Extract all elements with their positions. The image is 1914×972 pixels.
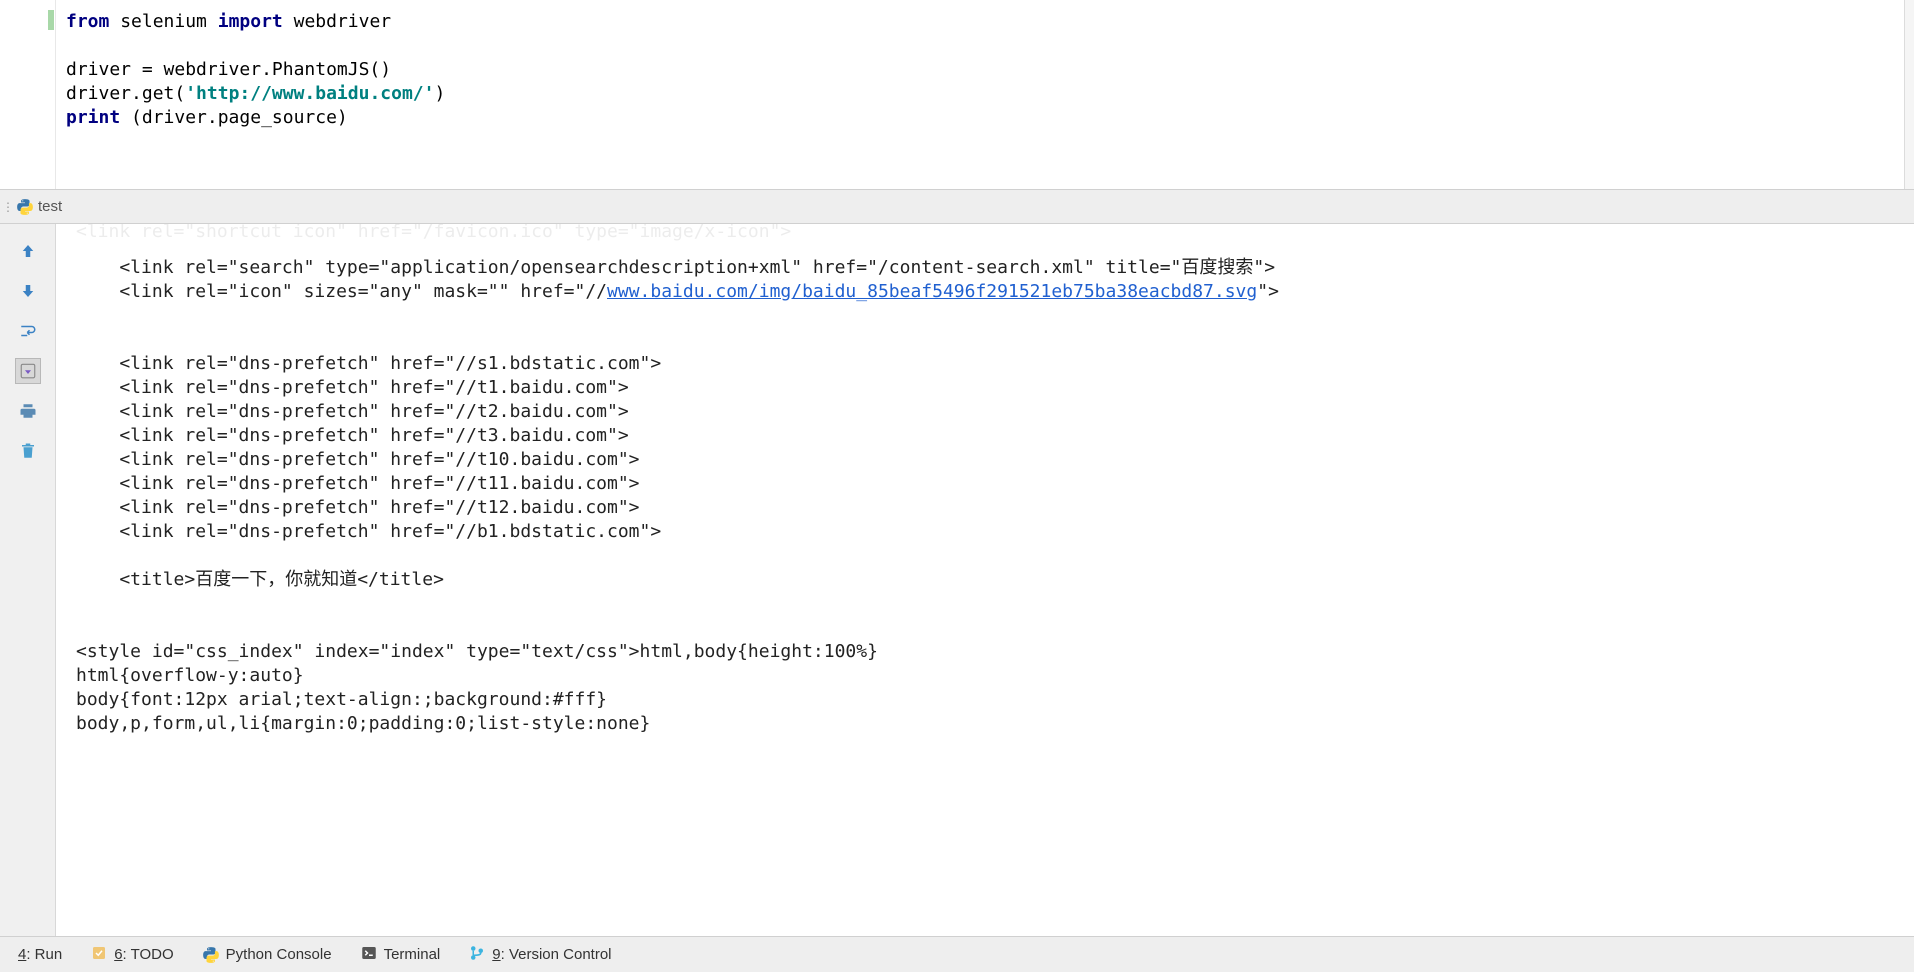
- output-line: <link rel="dns-prefetch" href="//t2.baid…: [76, 401, 629, 422]
- editor-scrollbar[interactable]: [1904, 0, 1914, 189]
- output-line: html{overflow-y:auto}: [76, 665, 304, 686]
- editor-pane: from selenium import webdriver driver = …: [0, 0, 1914, 190]
- console-output[interactable]: <link rel="shortcut icon" href="/favicon…: [56, 224, 1914, 936]
- output-pane: <link rel="shortcut icon" href="/favicon…: [0, 224, 1914, 936]
- output-line: body{font:12px arial;text-align:;backgro…: [76, 689, 607, 710]
- python-icon: [202, 946, 220, 964]
- tool-window-bar: 4: Run 6: TODO Python Console Terminal: [0, 936, 1914, 972]
- code-editor[interactable]: from selenium import webdriver driver = …: [56, 0, 1904, 189]
- trash-icon[interactable]: [15, 438, 41, 464]
- output-line: <title>百度一下，你就知道</title>: [76, 569, 444, 590]
- todo-icon: [90, 944, 108, 966]
- arrow-up-icon[interactable]: [15, 238, 41, 264]
- output-line: body,p,form,ul,li{margin:0;padding:0;lis…: [76, 713, 650, 734]
- tool-run[interactable]: 4: Run: [4, 937, 76, 972]
- terminal-icon: [360, 944, 378, 966]
- tool-terminal[interactable]: Terminal: [346, 937, 455, 972]
- editor-gutter: [0, 0, 56, 189]
- ide-window: from selenium import webdriver driver = …: [0, 0, 1914, 972]
- output-line: <link rel="dns-prefetch" href="//t1.baid…: [76, 377, 629, 398]
- tool-todo[interactable]: 6: TODO: [76, 937, 187, 972]
- output-line: <link rel="icon" sizes="any" mask="" hre…: [76, 281, 607, 302]
- arrow-down-icon[interactable]: [15, 278, 41, 304]
- output-line: <link rel="dns-prefetch" href="//b1.bdst…: [76, 521, 661, 542]
- print-icon[interactable]: [15, 398, 41, 424]
- keyword-from: from: [66, 11, 109, 32]
- scroll-to-end-icon[interactable]: [15, 358, 41, 384]
- tool-version-control[interactable]: 9: Version Control: [454, 937, 625, 972]
- keyword-print: print: [66, 107, 120, 128]
- output-toolbar: [0, 224, 56, 936]
- output-line: <link rel="dns-prefetch" href="//t3.baid…: [76, 425, 629, 446]
- output-line-cutoff: <link rel="shortcut icon" href="/favicon…: [76, 224, 1894, 244]
- output-hyperlink[interactable]: www.baidu.com/img/baidu_85beaf5496f29152…: [607, 281, 1257, 302]
- python-icon: [16, 198, 34, 216]
- string-literal: 'http://www.baidu.com/': [185, 83, 434, 104]
- run-tab-bar: ⋮ test: [0, 190, 1914, 224]
- soft-wrap-icon[interactable]: [15, 318, 41, 344]
- tool-python-console[interactable]: Python Console: [188, 937, 346, 972]
- output-line: <link rel="dns-prefetch" href="//t11.bai…: [76, 473, 640, 494]
- run-tab-label[interactable]: test: [34, 198, 62, 215]
- run-tab-handle[interactable]: ⋮: [0, 200, 16, 214]
- output-line: <link rel="dns-prefetch" href="//s1.bdst…: [76, 353, 661, 374]
- output-line: <link rel="dns-prefetch" href="//t12.bai…: [76, 497, 640, 518]
- keyword-import: import: [218, 11, 283, 32]
- branch-icon: [468, 944, 486, 966]
- output-line: <link rel="dns-prefetch" href="//t10.bai…: [76, 449, 640, 470]
- output-line: <style id="css_index" index="index" type…: [76, 641, 878, 662]
- gutter-change-marker: [48, 10, 54, 30]
- output-line: <link rel="search" type="application/ope…: [76, 257, 1275, 278]
